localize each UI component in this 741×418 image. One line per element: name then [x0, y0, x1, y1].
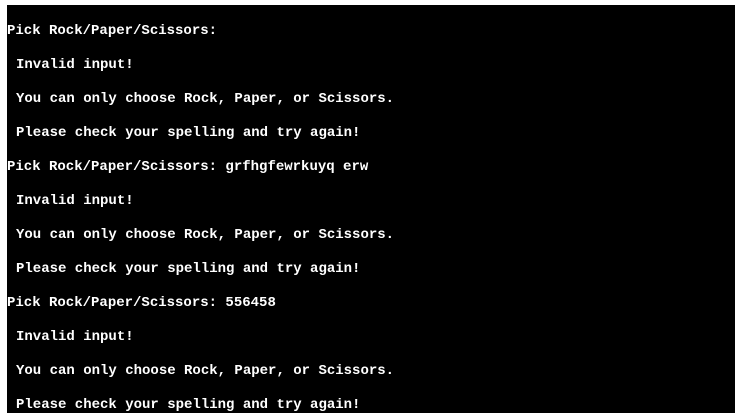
error-hint-line: Please check your spelling and try again… — [16, 125, 361, 141]
error-title-line: Invalid input! — [16, 329, 134, 345]
error-hint-line: Please check your spelling and try again… — [16, 261, 361, 277]
error-title-line: Invalid input! — [16, 193, 134, 209]
error-detail-line: You can only choose Rock, Paper, or Scis… — [16, 91, 395, 107]
error-title-line: Invalid input! — [16, 57, 134, 73]
error-hint-line: Please check your spelling and try again… — [16, 397, 361, 413]
prompt-line: Pick Rock/Paper/Scissors: grfhgfewrkuyq … — [7, 159, 369, 175]
error-detail-line: You can only choose Rock, Paper, or Scis… — [16, 227, 395, 243]
prompt-line: Pick Rock/Paper/Scissors: — [7, 23, 218, 39]
prompt-line: Pick Rock/Paper/Scissors: 556458 — [7, 295, 276, 311]
terminal-output[interactable]: Pick Rock/Paper/Scissors: Invalid input!… — [7, 5, 735, 413]
error-detail-line: You can only choose Rock, Paper, or Scis… — [16, 363, 395, 379]
